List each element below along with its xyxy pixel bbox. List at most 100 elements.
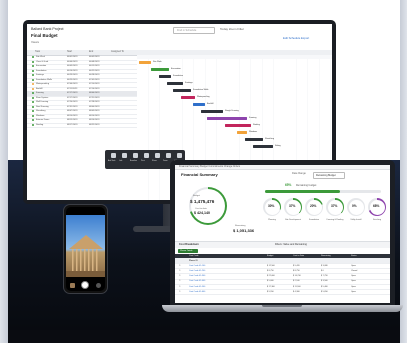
- export-button[interactable]: Edit Schedule Export: [283, 26, 329, 40]
- budget-cell: $ 12,500: [267, 264, 275, 267]
- wall-framing: [72, 249, 100, 271]
- toolbar-label: Print: [141, 160, 145, 162]
- laptop-nav: Financial Summary Budget Commitments Cha…: [175, 165, 390, 170]
- task-start: 07/11/2023: [67, 87, 78, 90]
- gantt-bar[interactable]: [253, 145, 273, 148]
- col-start[interactable]: Start: [67, 50, 72, 53]
- table-row[interactable]: □ Cost Code 01-600 $ 9,950 $ 4,300 $ 5,650 Op…: [175, 289, 390, 296]
- schedule-actions[interactable]: Today Zoom Filter: [220, 28, 244, 31]
- gantt-bar[interactable]: [173, 89, 191, 92]
- cost-cell: $ 14,210: [293, 275, 301, 278]
- column-header[interactable]: Cost to Date: [293, 255, 304, 257]
- cost-code-link[interactable]: Cost Code 01-200: [189, 270, 205, 272]
- toolbar-icon: [155, 153, 160, 158]
- col-end[interactable]: End: [89, 50, 93, 53]
- col-assigned[interactable]: Assigned To: [111, 50, 124, 53]
- gantt-bar[interactable]: [151, 68, 169, 71]
- column-header[interactable]: Budget: [267, 255, 273, 257]
- page-title: Final Budget: [31, 33, 58, 38]
- task-end: 06/15/2023: [89, 65, 100, 68]
- status-cell: Open: [351, 275, 356, 278]
- phase-label: Planning: [268, 219, 276, 221]
- phase-label: Utility Install: [350, 219, 362, 221]
- laptop: Financial Summary Budget Commitments Cha…: [170, 160, 395, 306]
- views-button[interactable]: Views: [31, 41, 39, 44]
- search-input[interactable]: Find in Schedule: [173, 27, 215, 34]
- gantt-bar[interactable]: [193, 103, 205, 106]
- nav-tabs[interactable]: Financial Summary Budget Commitments Cha…: [179, 165, 240, 168]
- gantt-bar-label: Rough Framing: [225, 110, 239, 113]
- gantt-bar-label: Windows: [249, 131, 258, 134]
- gantt-bar[interactable]: [237, 131, 247, 134]
- table-filter[interactable]: Filters: Value and Remaining: [275, 243, 307, 247]
- col-task[interactable]: Task: [35, 50, 40, 53]
- row-checkbox[interactable]: □: [179, 275, 180, 277]
- page-title: Financial Summary: [181, 172, 218, 177]
- cost-code-link[interactable]: Cost Code 01-400: [189, 280, 205, 282]
- row-checkbox[interactable]: □: [179, 270, 180, 272]
- task-name: Foundation: [36, 69, 47, 72]
- toolbar-label: Share: [152, 160, 157, 162]
- gantt-bar-label: Framing: [249, 117, 257, 120]
- cost-code-link[interactable]: Cost Code 01-300: [189, 275, 205, 277]
- row-checkbox[interactable]: □: [179, 286, 180, 288]
- task-end: 06/05/2023: [89, 56, 100, 59]
- gantt-bar[interactable]: [139, 61, 151, 64]
- task-start: 06/01/2023: [67, 56, 78, 59]
- status-dot: [32, 87, 34, 90]
- task-start: 08/17/2023: [67, 123, 78, 126]
- task-name: Clear & Grub: [36, 60, 49, 63]
- task-start: 06/16/2023: [67, 69, 78, 72]
- table-row[interactable]: Roofing 08/17/2023 08/22/2023: [27, 123, 137, 128]
- phase-ring: 20%: [305, 198, 323, 216]
- cost-cell: $ 2,100: [293, 280, 300, 283]
- gantt-bar[interactable]: [225, 124, 251, 127]
- budget-cell: $ 17,300: [267, 285, 275, 288]
- cost-code-link[interactable]: Cost Code 01-500: [189, 286, 205, 288]
- status-dot: [32, 65, 34, 68]
- phase-pct: 30%: [268, 204, 275, 208]
- row-checkbox[interactable]: □: [179, 280, 180, 282]
- phase-pct: 20%: [310, 204, 317, 208]
- gantt-bar[interactable]: [201, 110, 223, 113]
- status-dot: [32, 60, 34, 63]
- overall-progress: [265, 190, 381, 193]
- column-header[interactable]: Cost Code: [189, 255, 198, 257]
- gantt-bar[interactable]: [207, 117, 247, 120]
- gantt-bar[interactable]: [245, 138, 263, 141]
- task-start: 07/17/2023: [67, 92, 78, 95]
- camera-flip-icon[interactable]: [96, 283, 101, 288]
- remaining-cell: $ 7,790: [321, 275, 328, 278]
- cost-code-link[interactable]: Cost Code 01-100: [189, 265, 205, 267]
- task-name: Footings: [36, 74, 44, 77]
- task-end: 08/04/2023: [89, 92, 100, 95]
- task-name: Roof Framing: [36, 105, 49, 108]
- column-header[interactable]: Status: [351, 255, 357, 257]
- column-header[interactable]: Remaining: [321, 255, 331, 257]
- table-toolbar: Cost Breakdown Filters: Value and Remain…: [175, 241, 390, 248]
- gantt-bar[interactable]: [159, 75, 171, 78]
- group-label: Phase 01: [189, 259, 198, 262]
- shutter-button[interactable]: [81, 281, 89, 289]
- task-start: 08/15/2023: [67, 119, 78, 122]
- toolbar-label: Link: [119, 160, 123, 162]
- row-checkbox[interactable]: □: [179, 265, 180, 267]
- gantt-bar-label: Excavation: [171, 68, 181, 71]
- cost-code-link[interactable]: Cost Code 01-600: [189, 291, 205, 293]
- toolbar-icon: [122, 153, 127, 158]
- gantt-bar[interactable]: [167, 82, 183, 85]
- budget-ring: [189, 187, 227, 225]
- gallery-thumbnail[interactable]: [70, 283, 75, 288]
- remaining-label: Remaining: [235, 225, 246, 227]
- status-cell: Open: [351, 280, 356, 283]
- gantt-bar-label: Backfill: [207, 103, 214, 106]
- remaining-value: $ 1,051,336: [233, 228, 255, 233]
- phase-filter-tag[interactable]: Phase Totals: [178, 248, 198, 253]
- task-end: 06/08/2023: [89, 60, 100, 63]
- gantt-bar[interactable]: [181, 96, 195, 99]
- task-name: Excavation: [36, 65, 47, 68]
- range-dropdown[interactable]: Remaining Budget: [313, 171, 345, 179]
- task-start: 08/10/2023: [67, 114, 78, 117]
- row-checkbox[interactable]: □: [179, 291, 180, 293]
- page-fold-left: [0, 0, 8, 343]
